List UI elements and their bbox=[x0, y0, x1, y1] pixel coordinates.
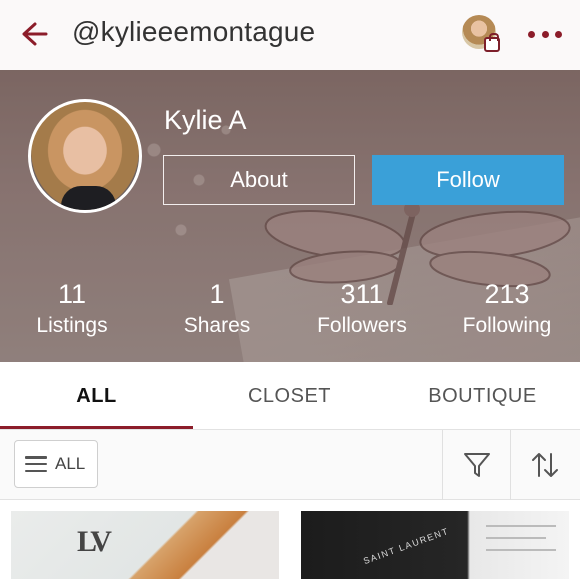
stat-value: 311 bbox=[340, 279, 384, 309]
receipt-decoration bbox=[486, 537, 546, 539]
top-bar: @kylieeemontague bbox=[0, 0, 580, 70]
my-account-avatar[interactable] bbox=[462, 15, 500, 52]
stat-value: 213 bbox=[484, 279, 530, 309]
follow-button[interactable]: Follow bbox=[372, 155, 564, 205]
listing-thumbnail-logo: SAINT LAURENT bbox=[362, 525, 451, 567]
tab-closet[interactable]: CLOSET bbox=[193, 362, 386, 430]
receipt-decoration bbox=[486, 549, 556, 551]
active-tab-indicator bbox=[0, 426, 193, 429]
profile-name: Kylie A bbox=[164, 105, 247, 135]
stat-shares[interactable]: 1 Shares bbox=[147, 280, 287, 338]
stat-following[interactable]: 213 Following bbox=[437, 280, 577, 338]
stat-label: Followers bbox=[317, 314, 407, 337]
about-button[interactable]: About bbox=[163, 155, 355, 205]
listing-thumbnail-logo: LV bbox=[77, 525, 112, 558]
tab-all[interactable]: ALL bbox=[0, 362, 193, 430]
funnel-filter-icon[interactable] bbox=[443, 430, 511, 500]
profile-avatar[interactable] bbox=[28, 99, 142, 213]
category-label: ALL bbox=[55, 454, 86, 473]
hamburger-menu-icon bbox=[25, 456, 47, 472]
stat-listings[interactable]: 11 Listings bbox=[2, 280, 142, 338]
tab-boutique[interactable]: BOUTIQUE bbox=[386, 362, 579, 430]
filter-bar: ALL bbox=[0, 430, 580, 500]
sort-arrows-icon[interactable] bbox=[511, 430, 579, 500]
stat-label: Following bbox=[462, 314, 552, 337]
listing-card[interactable]: SAINT LAURENT bbox=[301, 511, 569, 579]
stat-followers[interactable]: 311 Followers bbox=[292, 280, 432, 338]
category-all-button[interactable]: ALL bbox=[14, 440, 98, 488]
stat-value: 11 bbox=[57, 279, 87, 309]
stat-value: 1 bbox=[209, 279, 225, 309]
receipt-decoration bbox=[486, 525, 556, 527]
back-arrow-icon[interactable] bbox=[18, 18, 50, 50]
closet-tabs: ALL CLOSET BOUTIQUE bbox=[0, 362, 580, 430]
stat-label: Listings bbox=[36, 314, 108, 337]
page-title: @kylieeemontague bbox=[72, 16, 316, 47]
shopping-bag-icon bbox=[484, 33, 500, 52]
more-dots-icon[interactable] bbox=[528, 22, 562, 46]
stat-label: Shares bbox=[183, 314, 251, 337]
listing-card[interactable]: LV bbox=[11, 511, 279, 579]
